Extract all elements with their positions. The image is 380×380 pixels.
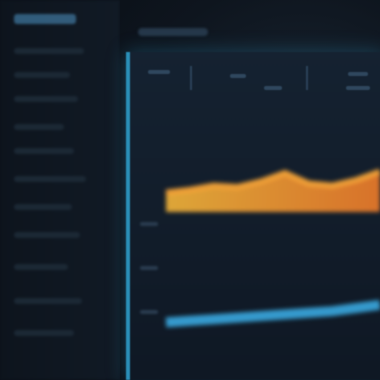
sidebar-item[interactable] [14, 204, 72, 210]
sidebar-item[interactable] [14, 330, 74, 336]
sidebar-item[interactable] [14, 124, 64, 130]
chart-panel [126, 52, 380, 380]
sidebar-item[interactable] [14, 96, 78, 102]
x-tick [140, 266, 158, 270]
main-area [120, 0, 380, 380]
sidebar-item[interactable] [14, 48, 84, 54]
blue-series-line [165, 299, 380, 328]
sidebar-item[interactable] [14, 264, 68, 270]
app-logo [14, 14, 76, 24]
sidebar-item[interactable] [14, 72, 70, 78]
page-title [138, 28, 208, 36]
sidebar-item[interactable] [14, 298, 82, 304]
sidebar [0, 0, 120, 380]
chart-area [165, 168, 380, 328]
x-tick [140, 310, 158, 314]
sidebar-item[interactable] [14, 176, 86, 182]
sidebar-item[interactable] [14, 232, 80, 238]
sidebar-item[interactable] [14, 148, 74, 154]
x-tick [140, 222, 158, 226]
